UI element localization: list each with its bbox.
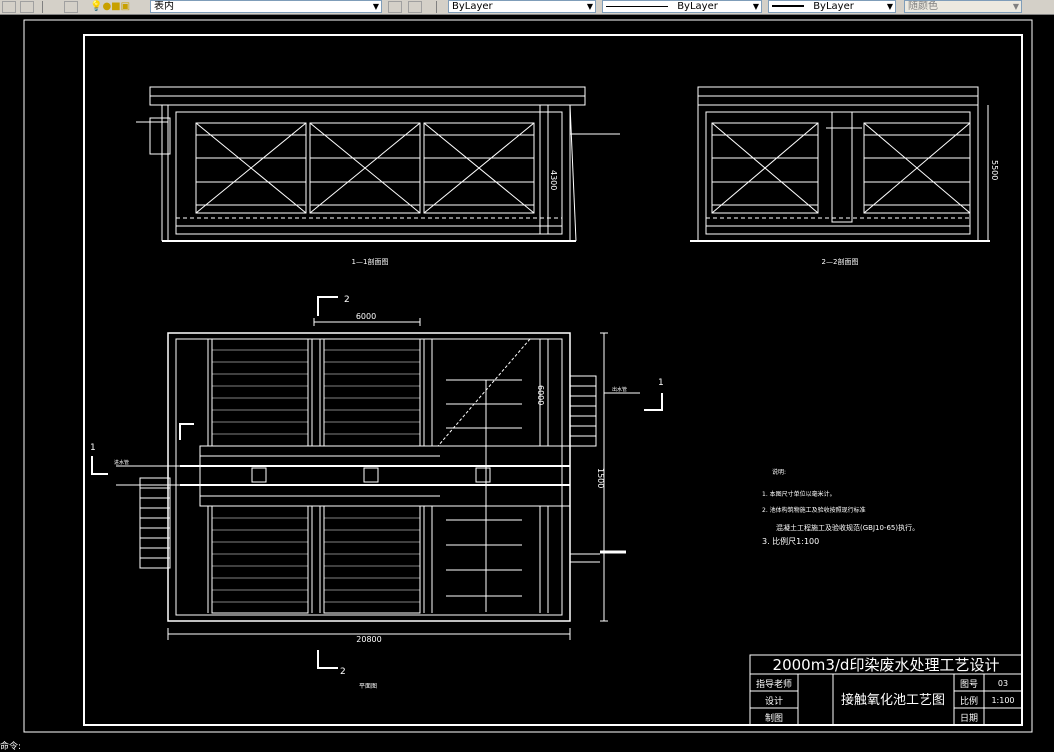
- cut-mark-2-top: [317, 296, 338, 316]
- notes-title: 说明:: [772, 468, 786, 476]
- layer-manager-icon[interactable]: [2, 1, 16, 13]
- scale-value: 1:100: [991, 696, 1014, 705]
- linetype-dropdown[interactable]: ByLayer ▼: [602, 0, 762, 13]
- dim-4300: 4300: [549, 170, 558, 190]
- color-value: ByLayer: [452, 1, 493, 12]
- plan-right-cell-aeration: [437, 338, 549, 613]
- layer-previous-icon[interactable]: [20, 1, 34, 13]
- drawing-name: 接触氧化池工艺图: [841, 692, 945, 708]
- linetype-sample: [606, 5, 668, 7]
- layer-dropdown[interactable]: 表内 ▼: [150, 0, 382, 13]
- cut-mark-2-top-label: 2: [344, 295, 350, 305]
- plan-hex-media: [212, 349, 420, 603]
- dim-1500: 1500: [596, 468, 605, 488]
- section1-tank-wall: [167, 104, 571, 242]
- note-1: 1. 本图尺寸单位以毫米计。: [762, 490, 836, 498]
- plot-style-dropdown[interactable]: 随颜色 ▼: [904, 0, 1022, 13]
- cut-mark-2-bottom-label: 2: [340, 667, 346, 677]
- chevron-down-icon: ▼: [752, 2, 759, 11]
- section1-label: 1—1剖面图: [352, 257, 389, 266]
- cut-mark-1-right-label: 1: [658, 378, 664, 388]
- date-label: 日期: [960, 713, 978, 724]
- design-label: 设计: [765, 695, 783, 707]
- plot-style-value: 随颜色: [908, 1, 938, 12]
- toolbar-separator: [42, 1, 43, 13]
- section-2-2: [690, 86, 990, 242]
- cut-mark-2-bottom: [317, 650, 338, 669]
- dim-5500: 5500: [990, 160, 999, 180]
- title-text: 2000m3/d印染废水处理工艺设计: [773, 656, 1000, 674]
- plan-label: 平面图: [359, 683, 377, 690]
- lineweight-sample: [772, 5, 804, 7]
- layer-previous-state-icon[interactable]: [408, 1, 422, 13]
- section1-media-frames: [195, 122, 535, 214]
- color-dropdown[interactable]: ByLayer ▼: [448, 0, 596, 13]
- sheet-value: 03: [998, 679, 1008, 688]
- instructor-label: 指导老师: [756, 678, 792, 690]
- note-2b: 混凝土工程施工及验收规范(GBJ10-65)执行。: [776, 523, 919, 532]
- outlet-label: 出水管: [612, 386, 627, 393]
- chevron-down-icon: ▼: [586, 2, 593, 11]
- plan-inlet-stair: [139, 477, 171, 569]
- section2-tank-wall: [697, 104, 979, 242]
- lineweight-value: ByLayer: [813, 1, 854, 12]
- dim-6000-side: 6000: [536, 385, 545, 405]
- cut-mark-1-left: [91, 456, 108, 475]
- chevron-down-icon: ▼: [1012, 2, 1019, 11]
- section-1-1: [136, 86, 620, 242]
- lineweight-dropdown[interactable]: ByLayer ▼: [768, 0, 896, 13]
- command-line[interactable]: 命令:: [0, 739, 21, 752]
- inlet-label: 进水管: [114, 459, 129, 466]
- chevron-down-icon: ▼: [886, 2, 893, 11]
- plan-view: [91, 296, 663, 669]
- draw-label: 制图: [765, 712, 783, 724]
- sheet-border-outer: [23, 19, 1033, 733]
- dim-20800: 20800: [356, 635, 381, 644]
- chevron-down-icon: ▼: [372, 2, 379, 11]
- plan-center-channel: [199, 445, 571, 507]
- dim-6000-top: 6000: [356, 312, 376, 321]
- toolbar-separator: [436, 1, 437, 13]
- properties-toolbar: 💡●■▣ 表内 ▼ ByLayer ▼ ByLayer ▼ ByLayer ▼ …: [0, 0, 1054, 15]
- scale-label: 比例: [960, 695, 978, 707]
- sheet-label: 图号: [960, 679, 978, 690]
- layer-name: 表内: [154, 1, 174, 12]
- cut-mark-1-left-label: 1: [90, 443, 96, 453]
- layer-stack-icon[interactable]: [64, 1, 78, 13]
- note-2: 2. 池体构筑物施工及验收按照现行标准: [762, 506, 866, 514]
- section2-label: 2—2剖面图: [822, 257, 859, 266]
- note-3: 3. 比例尺1:100: [762, 536, 819, 546]
- make-layer-current-icon[interactable]: [388, 1, 402, 13]
- plan-media-cells: [207, 338, 433, 614]
- linetype-value: ByLayer: [677, 1, 718, 12]
- cut-mark-1-right: [644, 393, 663, 411]
- drawing-canvas[interactable]: 1—1剖面图 4300 2—2剖面图 5500 6000 20800 6000 …: [0, 14, 1054, 747]
